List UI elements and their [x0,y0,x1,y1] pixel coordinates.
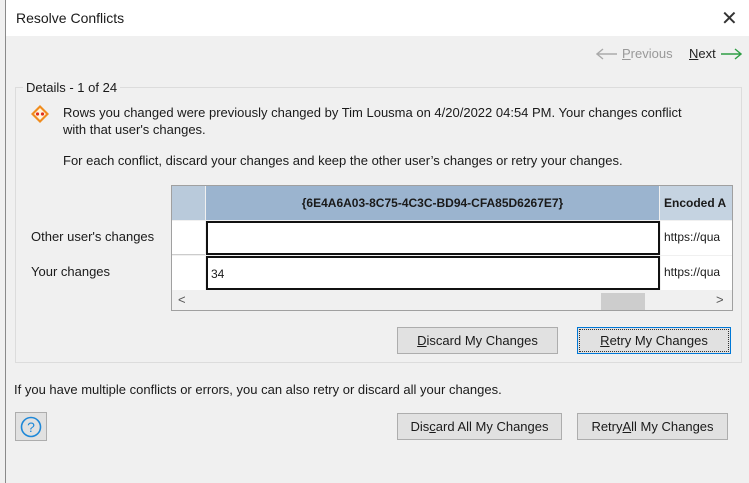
discard-all-my-changes-button[interactable]: Dis c ard All My Changes [397,413,562,440]
next-label: Next [689,46,716,61]
conflict-grid: {6E4A6A03-8C75-4C3C-BD94-CFA85D6267E7} E… [171,185,733,311]
discard-my-changes-button[interactable]: Discard My Changes [397,327,558,354]
scroll-left-icon[interactable]: < [178,292,186,307]
corner-header [172,186,205,220]
scrollbar-thumb[interactable] [601,293,645,310]
retry-my-changes-button[interactable]: Retry My Changes [577,327,731,354]
row-label-other-user: Other user's changes [31,229,155,244]
help-icon: ? [20,416,42,437]
horizontal-scrollbar[interactable]: < > [172,291,732,310]
other-user-encoded-cell[interactable]: https://qua [661,221,732,255]
previous-label: Previous [622,46,673,61]
column-header-guid[interactable]: {6E4A6A03-8C75-4C3C-BD94-CFA85D6267E7} [206,186,659,220]
resolve-conflicts-dialog: Resolve Conflicts ✕ Previous Next Detail… [5,0,749,483]
svg-text:?: ? [27,419,35,435]
row-header[interactable] [172,256,205,290]
instruction-text: For each conflict, discard your changes … [63,153,623,168]
row-header[interactable] [172,221,205,255]
conflict-message-line2: with that user's changes. [63,122,206,137]
retry-all-my-changes-button[interactable]: Retry All My Changes [577,413,728,440]
dialog-title: Resolve Conflicts [16,10,125,26]
help-button[interactable]: ? [15,412,47,441]
column-header-encoded[interactable]: Encoded A [660,186,732,220]
your-value-cell[interactable]: 34 [206,256,660,290]
footer-text: If you have multiple conflicts or errors… [14,382,502,397]
conflict-warning-icon [31,105,49,123]
your-encoded-cell[interactable]: https://qua [661,256,732,290]
previous-button[interactable]: Previous [596,46,673,61]
arrow-right-icon [720,47,742,60]
conflict-message-line1: Rows you changed were previously changed… [63,105,682,120]
other-user-value-cell[interactable] [206,221,660,255]
scroll-right-icon[interactable]: > [716,292,724,307]
row-label-your-changes: Your changes [31,264,111,279]
close-icon[interactable]: ✕ [721,6,738,31]
details-label: Details - 1 of 24 [23,80,121,95]
title-bar: Resolve Conflicts ✕ [6,0,749,36]
next-button[interactable]: Next [689,46,742,61]
arrow-left-icon [596,47,617,60]
